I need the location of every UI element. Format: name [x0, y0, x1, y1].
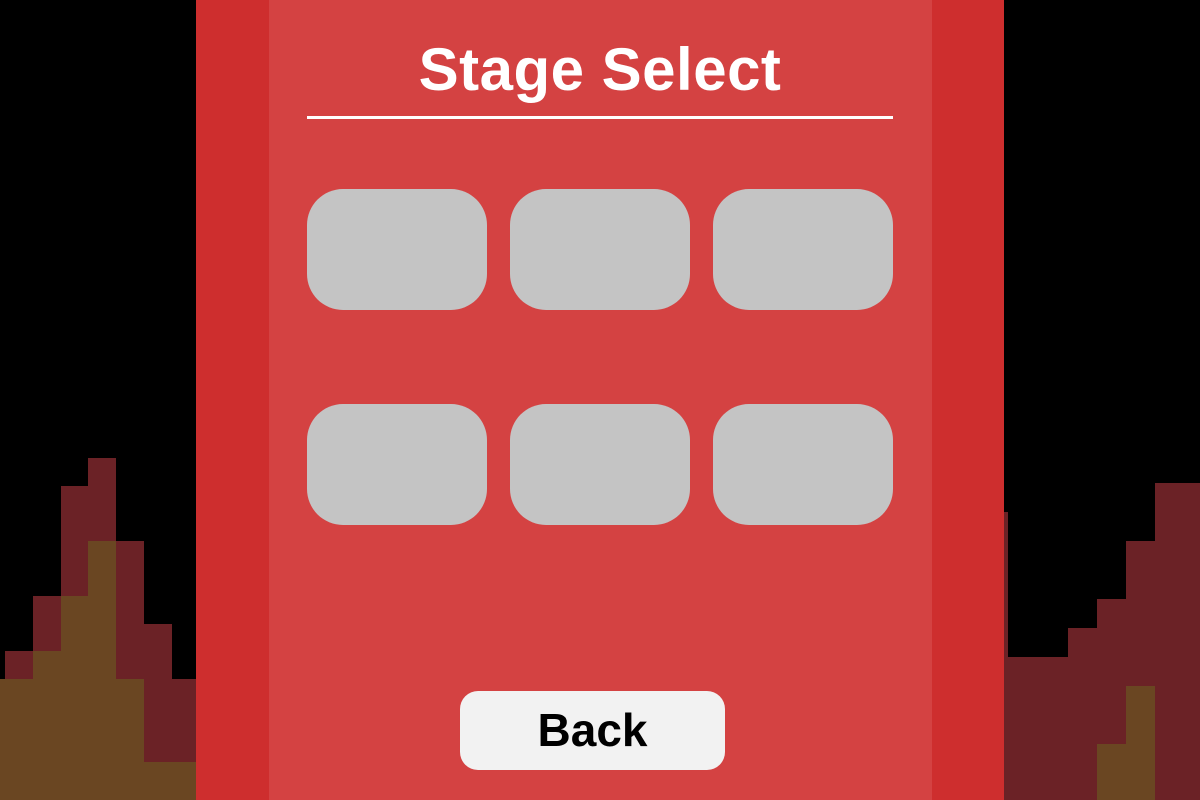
- back-button[interactable]: Back: [460, 691, 725, 770]
- stage-button-4[interactable]: [307, 404, 487, 525]
- stage-button-6[interactable]: [713, 404, 893, 525]
- stage-button-1[interactable]: [307, 189, 487, 310]
- right-flame-decoration: [1004, 483, 1200, 800]
- menu-panel-center: [269, 0, 932, 800]
- title-divider: [307, 116, 893, 119]
- stage-button-2[interactable]: [510, 189, 690, 310]
- game-screen: Stage Select Back: [0, 0, 1200, 800]
- stage-button-3[interactable]: [713, 189, 893, 310]
- page-title: Stage Select: [418, 36, 782, 103]
- stage-button-5[interactable]: [510, 404, 690, 525]
- left-flame-decoration: [0, 458, 200, 800]
